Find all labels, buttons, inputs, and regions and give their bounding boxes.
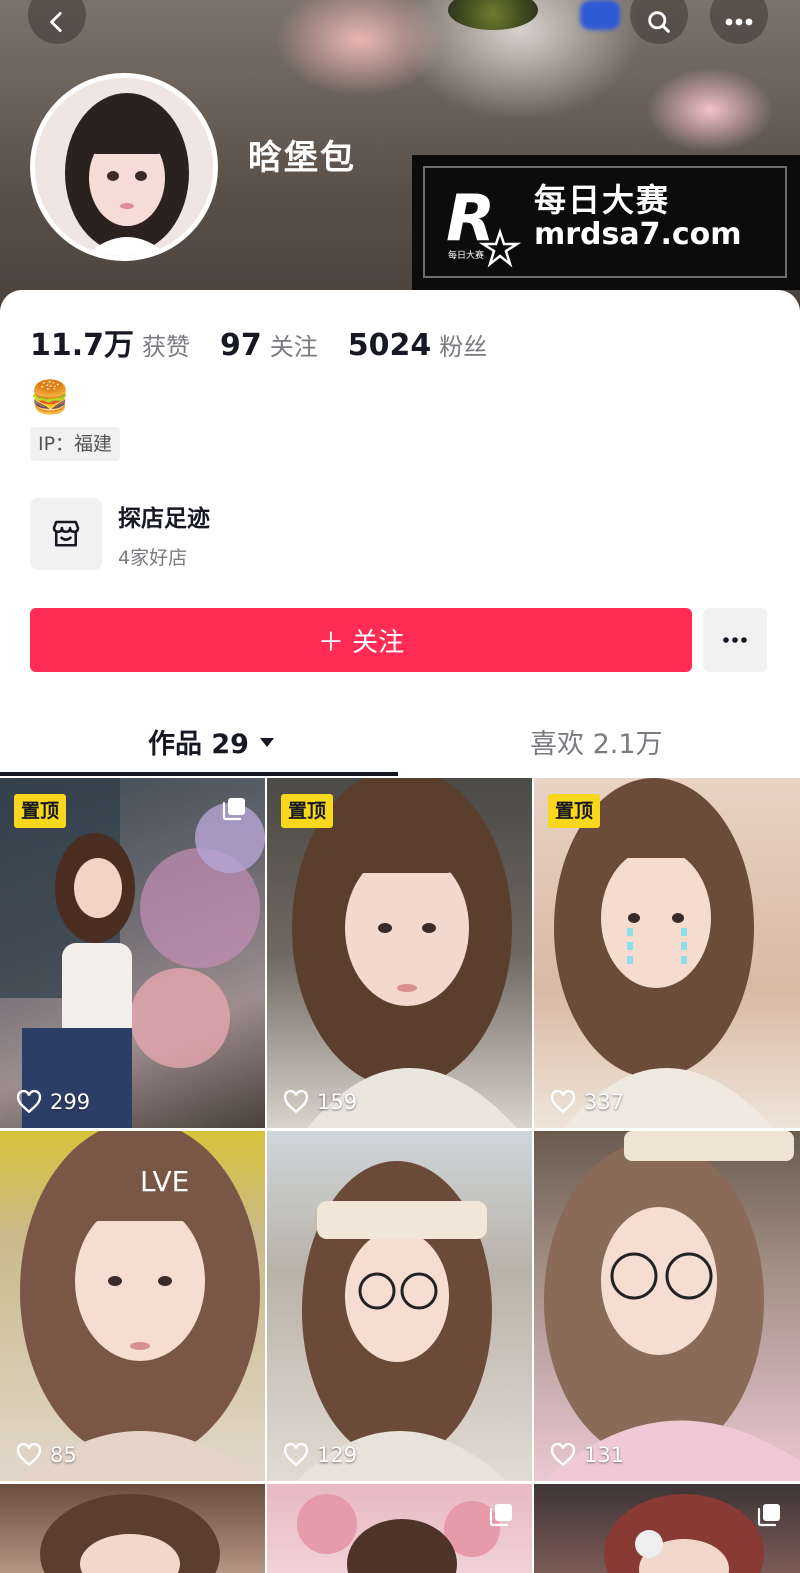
watermark-title: 每日大赛 <box>534 181 671 219</box>
video-likes-count: 131 <box>584 1443 625 1467</box>
shop-icon <box>52 520 80 547</box>
profile-name: 晗堡包 <box>248 138 356 178</box>
avatar-portrait <box>35 78 213 256</box>
video-thumbnail <box>544 1131 800 1481</box>
followers-count[interactable]: 5024 <box>348 328 432 363</box>
shop-subtitle: 4家好店 <box>118 546 188 569</box>
video-likes: 85 <box>16 1443 77 1467</box>
multi-image-icon <box>222 798 245 821</box>
video-likes: 159 <box>283 1090 357 1114</box>
video-thumbnail <box>604 1494 764 1573</box>
chevron-left-icon <box>50 11 62 33</box>
followers-label[interactable]: 粉丝 <box>439 327 487 362</box>
video-tile[interactable] <box>0 1484 265 1573</box>
tab-likes-label: 喜欢 2.1万 <box>530 729 663 760</box>
following-count[interactable]: 97 <box>220 328 262 363</box>
video-grid: 置顶 299 置顶 159 置顶 337 LVE 85 129 131 <box>0 778 800 1573</box>
back-button[interactable] <box>28 0 86 44</box>
heart-icon <box>16 1443 42 1467</box>
video-likes: 131 <box>550 1443 624 1467</box>
likes-label[interactable]: 获赞 <box>142 327 190 362</box>
follow-button[interactable]: ＋ 关注 <box>30 608 692 672</box>
video-likes: 129 <box>283 1443 357 1467</box>
pinned-badge: 置顶 <box>281 794 334 828</box>
video-thumbnail <box>40 1494 220 1573</box>
shop-icon-box <box>30 498 102 570</box>
video-likes-count: 299 <box>50 1090 91 1114</box>
cover-cat-eye <box>448 0 538 30</box>
video-thumbnail <box>297 1161 507 1481</box>
video-tile[interactable]: LVE 85 <box>0 1131 265 1481</box>
video-likes: 337 <box>550 1090 624 1114</box>
heart-icon <box>283 1090 309 1114</box>
following-label[interactable]: 关注 <box>270 327 318 362</box>
search-icon <box>648 11 670 33</box>
tab-active-indicator <box>0 772 398 776</box>
shop-visits-entry[interactable]: 探店足迹 4家好店 <box>30 498 210 570</box>
more-dots-icon <box>723 637 747 643</box>
profile-cover: 晗堡包 R 每日大赛 每日大赛 mrdsa7.com <box>0 0 800 310</box>
video-tile[interactable]: 置顶 337 <box>534 778 800 1128</box>
video-tile[interactable]: 置顶 299 <box>0 778 265 1128</box>
watermark-logo-caption: 每日大赛 <box>448 249 484 261</box>
multi-image-icon <box>757 1504 780 1527</box>
video-tile[interactable]: 131 <box>534 1131 800 1481</box>
profile-card: 11.7万 获赞 97 关注 5024 粉丝 🍔 IP：福建 探店足迹 4家好店… <box>0 290 800 780</box>
heart-icon <box>550 1090 576 1114</box>
video-likes-count: 85 <box>50 1443 77 1467</box>
video-tile[interactable] <box>267 1484 532 1573</box>
pinned-badge: 置顶 <box>548 794 601 828</box>
video-likes: 299 <box>16 1090 90 1114</box>
watermark-logo: R 每日大赛 <box>446 182 522 268</box>
tab-likes[interactable]: 喜欢 2.1万 <box>530 722 663 761</box>
video-overlay-text: LVE <box>140 1165 189 1198</box>
video-tile[interactable]: 129 <box>267 1131 532 1481</box>
more-dots-icon <box>725 18 753 26</box>
video-likes-count: 337 <box>584 1090 625 1114</box>
cover-decoration <box>580 0 620 30</box>
ip-location-tag: IP：福建 <box>30 427 121 461</box>
content-tabs: 作品 29 喜欢 2.1万 <box>0 710 800 780</box>
video-tile[interactable] <box>534 1484 800 1573</box>
video-likes-count: 159 <box>317 1090 358 1114</box>
avatar[interactable] <box>30 73 218 261</box>
tab-works[interactable]: 作品 29 <box>148 722 275 761</box>
video-likes-count: 129 <box>317 1443 358 1467</box>
pinned-badge: 置顶 <box>14 794 67 828</box>
heart-icon <box>16 1090 42 1114</box>
video-thumbnail <box>297 1494 500 1573</box>
video-thumbnail <box>554 778 774 1128</box>
heart-icon <box>550 1443 576 1467</box>
video-thumbnail <box>292 778 517 1128</box>
video-thumbnail: LVE <box>20 1131 260 1481</box>
caret-down-icon <box>259 737 274 747</box>
watermark-url: mrdsa7.com <box>534 217 742 252</box>
tab-works-label: 作品 29 <box>148 729 249 760</box>
follow-more-button[interactable] <box>703 608 767 672</box>
watermark-banner: R 每日大赛 每日大赛 mrdsa7.com <box>412 155 800 290</box>
likes-count: 11.7万 <box>30 328 135 363</box>
multi-image-icon <box>489 1504 512 1527</box>
bio-emoji: 🍔 <box>30 378 70 416</box>
shop-title: 探店足迹 <box>118 505 210 532</box>
video-tile[interactable]: 置顶 159 <box>267 778 532 1128</box>
search-button[interactable] <box>630 0 688 44</box>
video-thumbnail <box>0 778 265 1128</box>
more-options-button[interactable] <box>710 0 768 44</box>
heart-icon <box>283 1443 309 1467</box>
profile-stats: 11.7万 获赞 97 关注 5024 粉丝 <box>30 320 517 364</box>
